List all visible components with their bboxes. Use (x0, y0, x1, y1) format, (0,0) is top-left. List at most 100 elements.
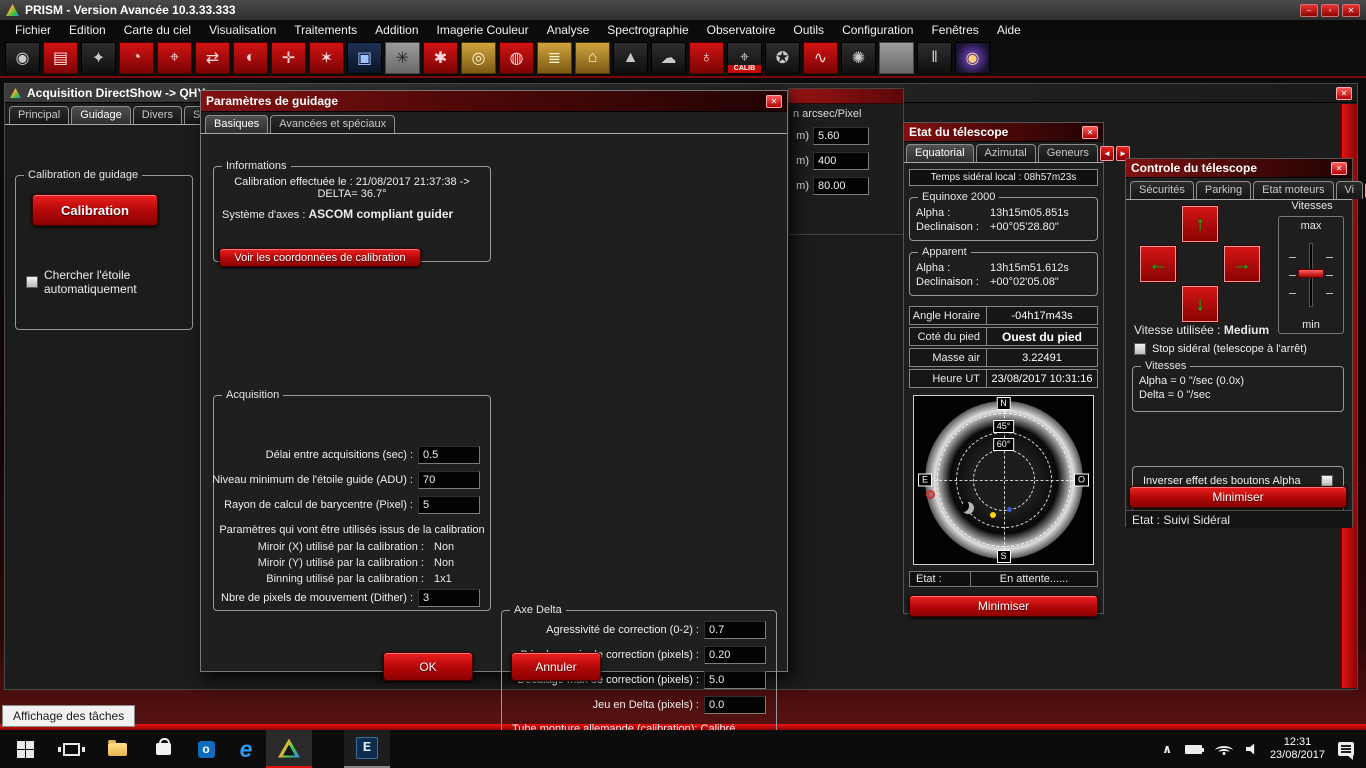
menu-item-spectrographie[interactable]: Spectrographie (598, 21, 697, 39)
control-minimize-button[interactable]: Minimiser (1129, 486, 1347, 508)
motor-coil-icon[interactable]: ≣ (537, 42, 572, 74)
tab-principal[interactable]: Principal (9, 106, 69, 124)
telescope-goto-icon[interactable]: ⌖ (157, 42, 192, 74)
filter-wheel-icon[interactable]: ◎ (461, 42, 496, 74)
tab-securites[interactable]: Sécurités (1130, 181, 1194, 199)
wifi-icon[interactable] (1215, 743, 1233, 755)
close-icon[interactable]: ✕ (1336, 87, 1352, 100)
stop-sidereal-checkbox[interactable] (1134, 343, 1146, 355)
wrench-icon[interactable]: ✶ (309, 42, 344, 74)
arcsec-row-input[interactable] (813, 152, 869, 170)
menu-item-imagerie-couleur[interactable]: Imagerie Couleur (428, 21, 538, 39)
close-icon[interactable]: ✕ (1082, 126, 1098, 139)
speed-slider-handle[interactable] (1298, 269, 1324, 278)
app-e-taskbar-button[interactable]: E (344, 730, 390, 768)
delta-min-offset-input[interactable] (704, 646, 766, 664)
sync-axes-icon[interactable]: ⇄ (195, 42, 230, 74)
arcsec-row-input[interactable] (813, 177, 869, 195)
tab-avancees[interactable]: Avancées et spéciaux (270, 115, 395, 133)
graph-icon[interactable]: ∿ (803, 42, 838, 74)
menu-item-traitements[interactable]: Traitements (285, 21, 366, 39)
menu-item-observatoire[interactable]: Observatoire (698, 21, 785, 39)
tab-basiques[interactable]: Basiques (205, 115, 268, 133)
store-button[interactable] (140, 730, 186, 768)
menu-item-outils[interactable]: Outils (784, 21, 833, 39)
owl-icon[interactable]: ◉ (955, 42, 990, 74)
barycenter-radius-input[interactable] (418, 496, 480, 514)
telescope-state-panel: Etat du télescope ✕ Equatorial Azimutal … (903, 122, 1104, 614)
task-view-button[interactable] (48, 730, 94, 768)
edge-button[interactable]: e (226, 730, 266, 768)
slew-south-button[interactable]: ↓ (1182, 286, 1218, 322)
slew-west-button[interactable]: → (1224, 246, 1260, 282)
tab-parking[interactable]: Parking (1196, 181, 1251, 199)
tray-expand-icon[interactable]: ∧ (1162, 742, 1172, 756)
control-title-bar: Controle du télescope ✕ (1126, 159, 1352, 178)
maximize-icon[interactable]: ▫ (1321, 4, 1339, 17)
close-icon[interactable]: ✕ (766, 95, 782, 108)
menu-item-fichier[interactable]: Fichier (6, 21, 60, 39)
tab-equatorial[interactable]: Equatorial (906, 144, 974, 162)
fan-aperture-icon[interactable]: ✳ (385, 42, 420, 74)
spray-icon[interactable]: ✺ (841, 42, 876, 74)
menu-item-addition[interactable]: Addition (366, 21, 427, 39)
save-icon[interactable]: ▤ (43, 42, 78, 74)
minimize-icon[interactable]: – (1300, 4, 1318, 17)
battery-icon[interactable] (1185, 745, 1202, 754)
delay-input[interactable] (418, 446, 480, 464)
planet-icon[interactable]: ♁ (689, 42, 724, 74)
tab-divers[interactable]: Divers (133, 106, 182, 124)
arcsec-row-input[interactable] (813, 127, 869, 145)
crosshair-icon[interactable]: ✛ (271, 42, 306, 74)
menu-item-fen-tres[interactable]: Fenêtres (922, 21, 987, 39)
cancel-button[interactable]: Annuler (511, 652, 601, 681)
menu-item-edition[interactable]: Edition (60, 21, 115, 39)
menu-item-carte-du-ciel[interactable]: Carte du ciel (115, 21, 200, 39)
delta-max-offset-input[interactable] (704, 671, 766, 689)
taskbar-clock[interactable]: 12:31 23/08/2017 (1270, 736, 1325, 762)
hand-controller-icon[interactable]: ✪ (765, 42, 800, 74)
tab-scroll-left-icon[interactable]: ◄ (1100, 146, 1114, 161)
gear-icon[interactable]: ✱ (423, 42, 458, 74)
dither-input[interactable] (418, 589, 480, 607)
outlook-button[interactable]: o (186, 730, 226, 768)
histogram-icon[interactable]: ‖ (917, 42, 952, 74)
view-calibration-coords-button[interactable]: Voir les coordonnées de calibration (219, 248, 421, 267)
menu-item-analyse[interactable]: Analyse (538, 21, 599, 39)
prism-taskbar-button[interactable] (266, 730, 312, 768)
blank-icon[interactable] (879, 42, 914, 74)
camera-icon[interactable]: ◉ (5, 42, 40, 74)
cloud-sensor-icon[interactable]: ☁ (651, 42, 686, 74)
ok-button[interactable]: OK (383, 652, 473, 681)
start-button[interactable] (2, 730, 48, 768)
min-level-input[interactable] (418, 471, 480, 489)
starmap-icon[interactable]: ✦ (81, 42, 116, 74)
state-minimize-button[interactable]: Minimiser (909, 595, 1098, 617)
close-icon[interactable]: ✕ (1331, 162, 1347, 175)
close-icon[interactable]: ✕ (1342, 4, 1360, 17)
action-center-icon[interactable] (1338, 742, 1354, 756)
calibration-icon[interactable]: ⌖CALIB (727, 42, 762, 74)
delta-aggressivity-input[interactable] (704, 621, 766, 639)
moon-icon[interactable]: ◐ (233, 42, 268, 74)
focuser-icon[interactable]: ◍ (499, 42, 534, 74)
tab-guidage[interactable]: Guidage (71, 106, 131, 124)
screen-capture-icon[interactable]: ▣ (347, 42, 382, 74)
tab-azimutal[interactable]: Azimutal (976, 144, 1036, 162)
dome-icon[interactable]: ⌂ (575, 42, 610, 74)
slew-north-button[interactable]: ↑ (1182, 206, 1218, 242)
rocket-icon[interactable]: ▲ (613, 42, 648, 74)
menu-item-aide[interactable]: Aide (988, 21, 1030, 39)
menu-item-configuration[interactable]: Configuration (833, 21, 922, 39)
menu-item-visualisation[interactable]: Visualisation (200, 21, 285, 39)
auto-star-checkbox[interactable] (26, 276, 38, 288)
calibration-button[interactable]: Calibration (32, 194, 158, 226)
delta-backlash-input[interactable] (704, 696, 766, 714)
slew-east-button[interactable]: ← (1140, 246, 1176, 282)
file-explorer-button[interactable] (94, 730, 140, 768)
tab-vitesses[interactable]: Vi (1336, 181, 1364, 199)
tab-etat-moteurs[interactable]: Etat moteurs (1253, 181, 1333, 199)
photometry-icon[interactable]: ◔ (119, 42, 154, 74)
tab-geneurs[interactable]: Geneurs (1038, 144, 1098, 162)
speaker-icon[interactable] (1246, 744, 1257, 755)
